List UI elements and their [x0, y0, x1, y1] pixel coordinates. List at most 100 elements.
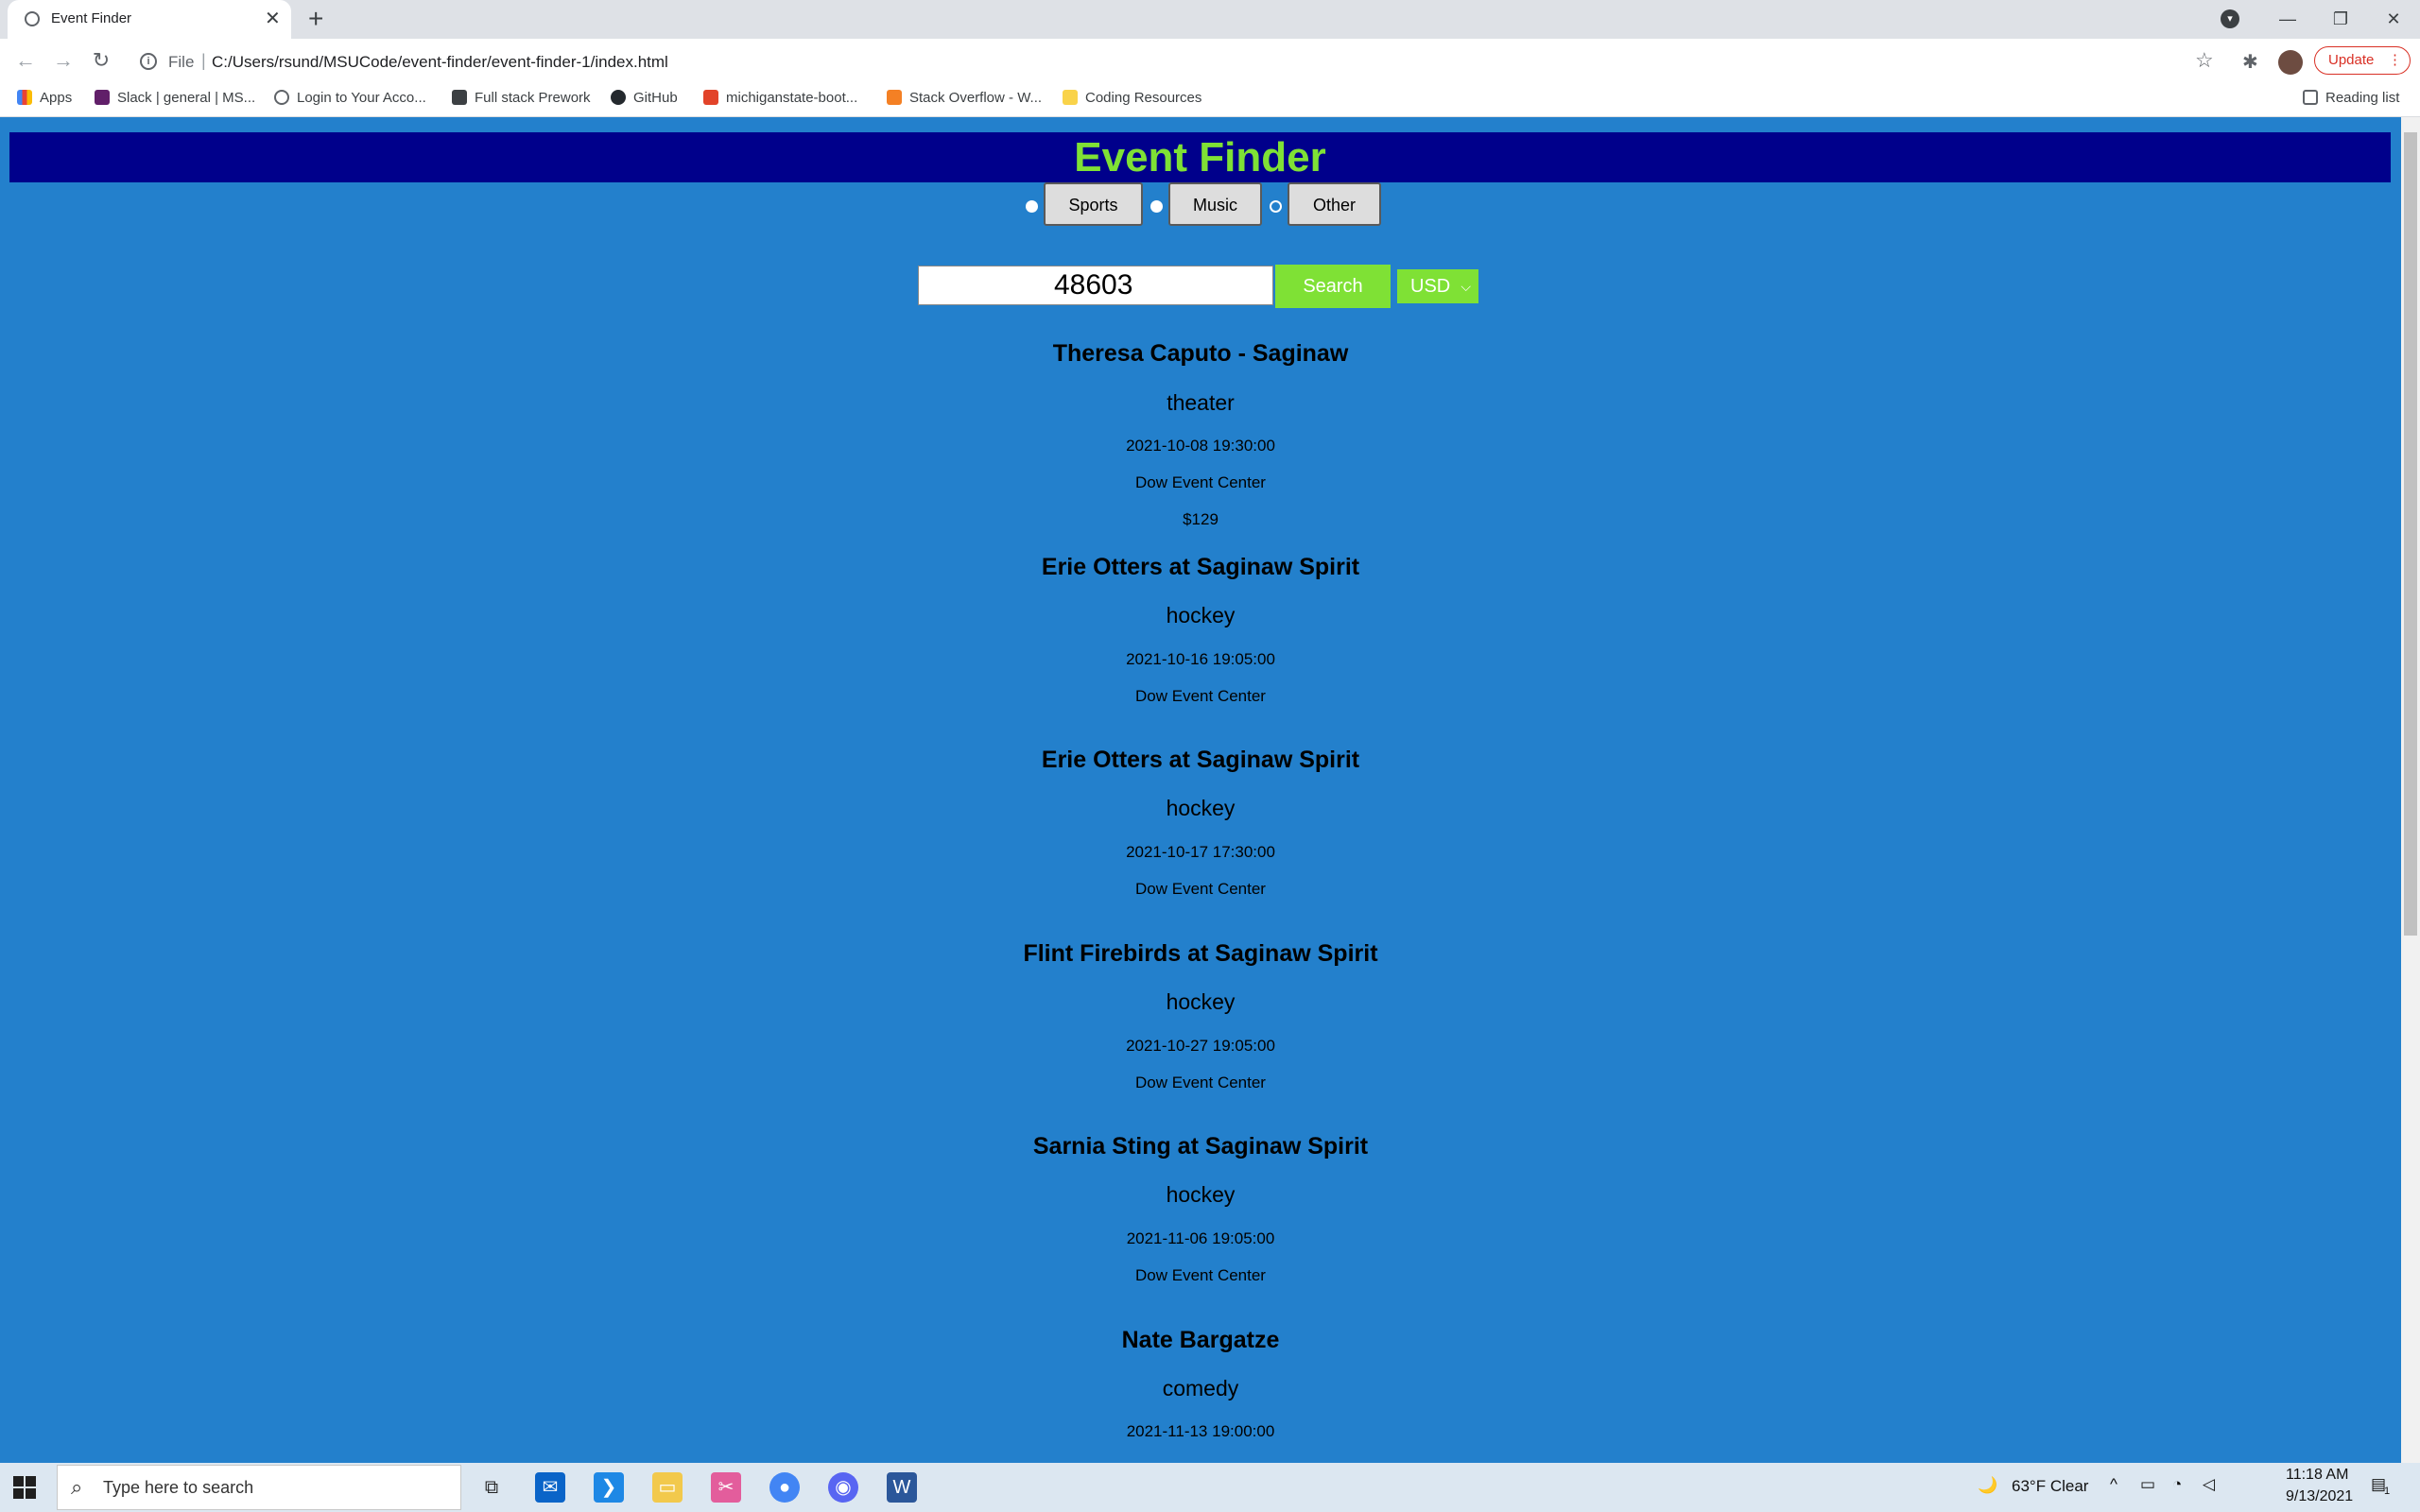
other-button[interactable]: Other [1288, 182, 1381, 226]
new-tab-button[interactable]: + [308, 4, 323, 34]
event-datetime: 2021-11-13 19:00:00 [1126, 1422, 1275, 1440]
menu-dots-icon: ⋮ [2388, 52, 2402, 68]
event-datetime: 2021-10-08 19:30:00 [1126, 437, 1275, 455]
event-datetime: 2021-10-27 19:05:00 [1126, 1037, 1275, 1055]
slack-icon [95, 90, 110, 105]
minimize-button[interactable]: — [2261, 0, 2314, 39]
event-title: Erie Otters at Saginaw Spirit [1041, 747, 1360, 773]
info-icon[interactable]: i [140, 53, 157, 70]
event-type: hockey [1166, 989, 1236, 1014]
file-explorer-icon[interactable]: ▭ [652, 1472, 683, 1503]
window-controls: — ❐ ✕ [2261, 0, 2420, 39]
back-icon[interactable]: ← [11, 46, 40, 75]
windows-start-icon[interactable] [13, 1476, 36, 1499]
currency-select[interactable]: USD ⌵ [1397, 269, 1478, 303]
url-text[interactable]: C:/Users/rsund/MSUCode/event-finder/even… [212, 53, 668, 72]
event-venue: Dow Event Center [1135, 880, 1266, 898]
update-button[interactable]: Update ⋮ [2314, 46, 2411, 75]
volume-icon[interactable]: ◁ [2203, 1475, 2215, 1494]
event-title: Sarnia Sting at Saginaw Spirit [1032, 1133, 1369, 1160]
chevron-up-icon[interactable]: ^ [2110, 1475, 2118, 1494]
url-scheme: File [168, 53, 195, 71]
event-title: Erie Otters at Saginaw Spirit [1041, 554, 1360, 580]
close-window-button[interactable]: ✕ [2367, 0, 2420, 39]
tab-event-finder[interactable]: Event Finder ✕ [8, 0, 291, 39]
tab-strip: Event Finder ✕ + ▾ — ❐ ✕ [0, 0, 2420, 39]
globe-icon [274, 90, 289, 105]
chevron-down-icon: ⌵ [1461, 279, 1471, 294]
reading-list-button[interactable]: Reading list [2303, 90, 2399, 106]
currency-value: USD [1410, 276, 1451, 297]
page-content: Event Finder Sports Music Other 48603 Se… [0, 117, 2401, 1463]
event-title: Nate Bargatze [1121, 1327, 1280, 1353]
scrollbar-thumb[interactable] [2404, 132, 2417, 936]
url-divider: | [201, 51, 206, 70]
bookmark-fullstack[interactable]: Full stack Prework [452, 90, 591, 106]
event-title: Theresa Caputo - Saginaw [1052, 340, 1349, 367]
bookmark-login[interactable]: Login to Your Acco... [274, 90, 426, 106]
mail-icon[interactable]: ✉ [535, 1472, 565, 1503]
bookmark-stackoverflow[interactable]: Stack Overflow - W... [887, 90, 1042, 106]
radio-music[interactable] [1150, 200, 1163, 213]
taskbar: ⌕ Type here to search ⧉ ✉ ❯ ▭ ✂ ● ◉ W 🌙 … [0, 1463, 2420, 1512]
bookmark-gitlab[interactable]: michiganstate-boot... [703, 90, 857, 106]
extensions-icon[interactable]: ✱ [2242, 50, 2258, 74]
bookmark-coding-resources[interactable]: Coding Resources [1063, 90, 1201, 106]
event-type: hockey [1166, 603, 1236, 627]
radio-sports[interactable] [1026, 200, 1038, 213]
sports-button[interactable]: Sports [1044, 182, 1143, 226]
word-icon[interactable]: W [887, 1472, 917, 1503]
vscode-icon[interactable]: ❯ [594, 1472, 624, 1503]
event-venue: Dow Event Center [1135, 687, 1266, 705]
forward-icon[interactable]: → [49, 46, 78, 75]
chrome-icon[interactable]: ● [769, 1472, 800, 1503]
event-type: comedy [1162, 1376, 1239, 1400]
taskbar-search[interactable]: ⌕ Type here to search [57, 1465, 461, 1510]
bookmark-star-icon[interactable]: ☆ [2195, 48, 2214, 73]
event-datetime: 2021-10-16 19:05:00 [1126, 650, 1275, 668]
browser-toolbar: ← → ↻ i File | C:/Users/rsund/MSUCode/ev… [0, 39, 2420, 84]
clock-time[interactable]: 11:18 AM [2286, 1467, 2348, 1484]
notification-count: 1 [2384, 1486, 2391, 1497]
event-venue: Dow Event Center [1135, 1074, 1266, 1091]
event-type: hockey [1166, 796, 1236, 820]
discord-icon[interactable]: ◉ [828, 1472, 858, 1503]
taskbar-search-placeholder: Type here to search [103, 1478, 254, 1497]
bookmark-github[interactable]: GitHub [611, 90, 678, 106]
event-title: Flint Firebirds at Saginaw Spirit [1023, 940, 1378, 967]
address-bar[interactable]: i File | C:/Users/rsund/MSUCode/event-fi… [132, 44, 2212, 78]
bookmark-slack[interactable]: Slack | general | MS... [95, 90, 255, 106]
reading-list-icon [2303, 90, 2318, 105]
snip-icon[interactable]: ✂ [711, 1472, 741, 1503]
clock-date[interactable]: 9/13/2021 [2286, 1488, 2353, 1505]
stackoverflow-icon [887, 90, 902, 105]
folder-icon [1063, 90, 1078, 105]
reload-icon[interactable]: ↻ [87, 46, 115, 75]
restore-button[interactable]: ❐ [2314, 0, 2367, 39]
music-button[interactable]: Music [1168, 182, 1262, 226]
zip-input[interactable]: 48603 [918, 266, 1273, 305]
tab-search-icon[interactable]: ▾ [2221, 9, 2239, 28]
tab-close-icon[interactable]: ✕ [265, 7, 281, 30]
event-datetime: 2021-10-17 17:30:00 [1126, 843, 1275, 861]
event-venue: Dow Event Center [1135, 473, 1266, 491]
radio-other[interactable] [1270, 200, 1282, 213]
weather-icon[interactable]: 🌙 [1978, 1476, 1997, 1495]
battery-icon[interactable]: ▭ [2140, 1475, 2155, 1494]
page-title: Event Finder [1074, 134, 1326, 180]
search-icon: ⌕ [71, 1475, 83, 1499]
event-type: theater [1167, 390, 1235, 415]
wifi-icon[interactable]: ◔ [2172, 1475, 2182, 1494]
gitlab-icon [703, 90, 718, 105]
header-banner: Event Finder [9, 132, 2391, 182]
search-button[interactable]: Search [1275, 265, 1391, 308]
weather-text[interactable]: 63°F Clear [2012, 1477, 2088, 1496]
github-icon [611, 90, 626, 105]
profile-avatar[interactable] [2278, 50, 2303, 75]
bookmark-apps[interactable]: Apps [17, 90, 72, 106]
book-icon [452, 90, 467, 105]
event-venue: Dow Event Center [1135, 1266, 1266, 1284]
event-datetime: 2021-11-06 19:05:00 [1126, 1229, 1275, 1247]
task-view-icon[interactable]: ⧉ [476, 1472, 507, 1503]
event-price: $129 [1183, 510, 1219, 528]
